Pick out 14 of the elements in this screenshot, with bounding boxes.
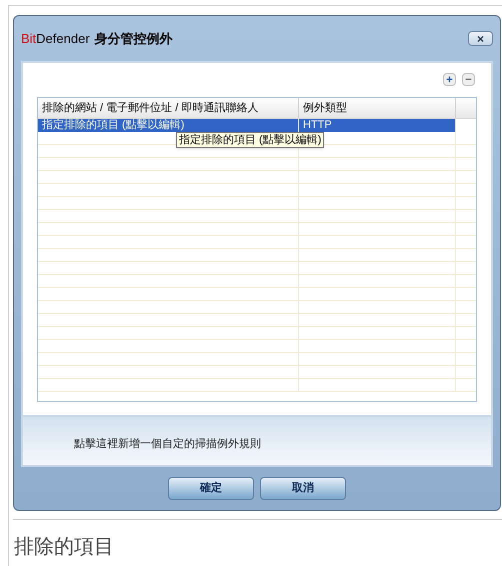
column-header[interactable]: 例外類型: [299, 98, 456, 118]
table-row[interactable]: 指定排除的項目 (點擊以編輯) HTTP: [38, 119, 456, 132]
column-header[interactable]: 排除的網站 / 電子郵件位址 / 即時通訊聯絡人: [38, 98, 299, 118]
dialog-button[interactable]: 確定: [168, 477, 254, 500]
hint-text[interactable]: 點擊這裡新增一個自定的掃描例外規則: [74, 438, 261, 450]
section-heading: 排除的項目: [13, 535, 115, 560]
remove-button[interactable]: −: [462, 73, 475, 86]
brand-name: Defender: [36, 30, 90, 48]
add-button[interactable]: +: [443, 73, 456, 86]
dialog-button[interactable]: 取消: [260, 477, 346, 500]
window-title: 身分管控例外: [94, 30, 173, 48]
brand-prefix: Bit: [21, 30, 36, 48]
close-button[interactable]: ×: [468, 31, 493, 46]
tooltip: 指定排除的項目 (點擊以編輯): [176, 132, 324, 148]
